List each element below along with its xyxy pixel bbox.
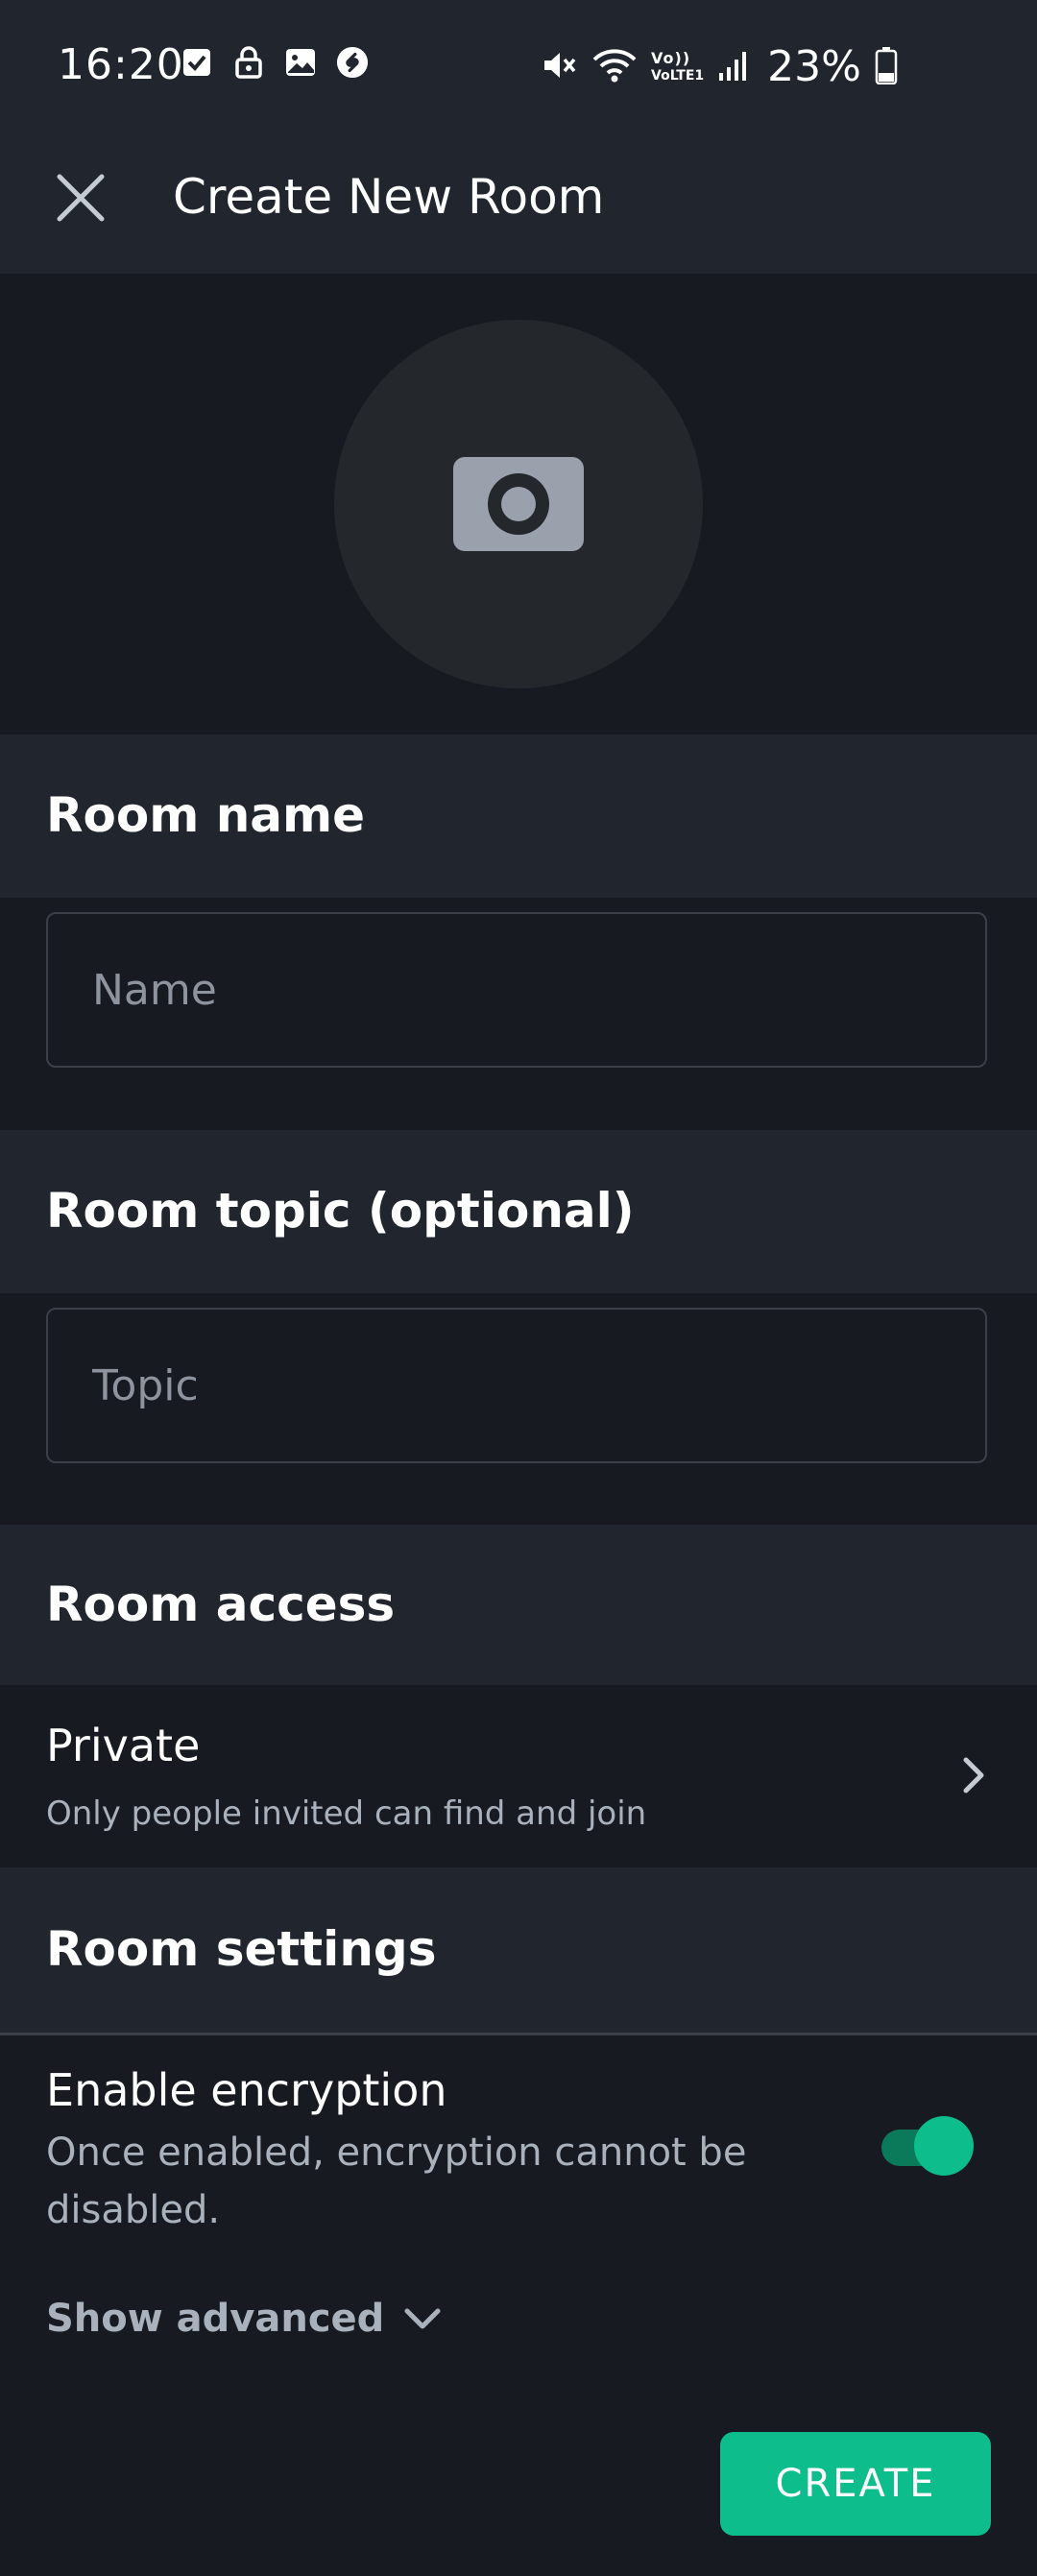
toggle-knob	[914, 2116, 974, 2176]
status-bar: 16:20 Vo)) VoLTE1 23%	[0, 0, 1037, 134]
mute-icon	[540, 46, 578, 88]
room-topic-label: Room topic (optional)	[46, 1183, 635, 1239]
room-settings-label: Room settings	[46, 1921, 437, 1977]
show-advanced-label: Show advanced	[46, 2297, 385, 2341]
status-time: 16:20	[58, 40, 184, 89]
access-description: Only people invited can find and join	[46, 1794, 647, 1833]
encryption-toggle[interactable]	[881, 2116, 974, 2178]
room-name-label: Room name	[46, 787, 366, 843]
chevron-right-icon	[963, 1757, 984, 1794]
room-access-header: Room access	[0, 1525, 1037, 1685]
room-topic-input[interactable]	[48, 1310, 985, 1461]
show-advanced-button[interactable]: Show advanced	[46, 2297, 442, 2341]
close-button[interactable]	[46, 163, 115, 232]
check-icon	[181, 46, 213, 79]
volte-icon: Vo)) VoLTE1	[651, 48, 705, 84]
room-name-header: Room name	[0, 734, 1037, 898]
battery-percent: 23%	[767, 42, 861, 91]
image-icon	[284, 46, 317, 79]
create-button[interactable]: CREATE	[720, 2432, 991, 2536]
room-access-label: Room access	[46, 1577, 396, 1632]
encryption-description: Once enabled, encryption cannot be disab…	[46, 2131, 747, 2232]
room-settings-header: Room settings	[0, 1867, 1037, 2033]
notification-icons	[181, 46, 369, 79]
network-label: VoLTE1	[651, 67, 705, 84]
system-icons: Vo)) VoLTE1 23%	[540, 42, 898, 91]
access-title: Private	[46, 1720, 201, 1771]
page-title: Create New Room	[173, 169, 605, 225]
wifi-icon	[591, 46, 638, 88]
room-name-field[interactable]	[46, 912, 987, 1068]
chevron-down-icon	[404, 2308, 441, 2329]
battery-icon	[875, 46, 898, 88]
room-access-row[interactable]: Private Only people invited can find and…	[0, 1685, 1037, 1867]
shazam-icon	[336, 46, 369, 79]
close-icon	[57, 174, 105, 222]
signal-icon	[717, 48, 750, 86]
lock-icon	[232, 46, 265, 79]
encryption-row: Enable encryption Once enabled, encrypti…	[0, 2035, 1037, 2266]
avatar-section	[0, 274, 1037, 734]
encryption-title: Enable encryption	[46, 2064, 447, 2116]
app-bar: Create New Room	[0, 134, 1037, 274]
camera-icon	[453, 457, 584, 551]
room-topic-header: Room topic (optional)	[0, 1130, 1037, 1293]
room-avatar-picker[interactable]	[334, 320, 703, 688]
room-name-input[interactable]	[48, 914, 985, 1066]
create-button-label: CREATE	[775, 2462, 936, 2506]
room-topic-field[interactable]	[46, 1308, 987, 1463]
